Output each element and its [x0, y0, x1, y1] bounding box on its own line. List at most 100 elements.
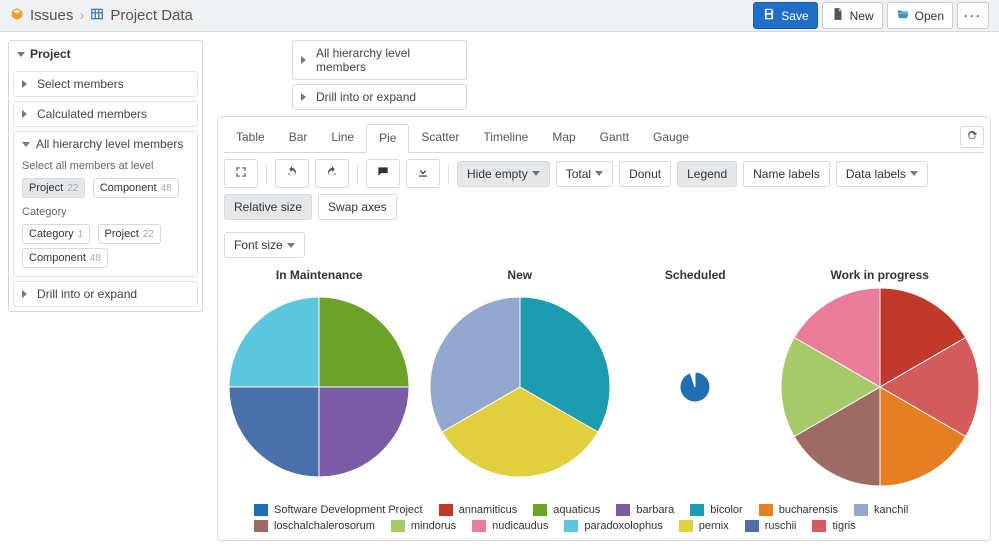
legend-button[interactable]: Legend	[677, 161, 737, 187]
content: Project Select members Calculated member…	[0, 32, 999, 549]
legend-item[interactable]: kanchil	[854, 504, 908, 516]
tag-count: 22	[143, 229, 154, 240]
tab-gantt[interactable]: Gantt	[588, 124, 641, 152]
total-button[interactable]: Total	[556, 161, 613, 187]
legend-swatch	[759, 504, 773, 516]
save-button[interactable]: Save	[753, 2, 817, 29]
fullscreen-button[interactable]	[224, 159, 258, 188]
legend-item[interactable]: mindorus	[391, 520, 456, 532]
sidebar-panel-project: Project Select members Calculated member…	[8, 40, 203, 312]
more-button[interactable]: ···	[957, 2, 989, 29]
tag-component[interactable]: Component 48	[93, 178, 179, 198]
section-calc-members[interactable]: Calculated members	[13, 101, 198, 127]
relative-size-button[interactable]: Relative size	[224, 194, 312, 220]
mini-all-levels[interactable]: All hierarchy level members	[292, 40, 467, 80]
tab-line[interactable]: Line	[319, 124, 366, 152]
data-labels-button[interactable]: Data labels	[836, 161, 928, 187]
legend-item[interactable]: Software Development Project	[254, 504, 423, 516]
legend-label: bucharensis	[779, 504, 838, 516]
tag-component2[interactable]: Component 48	[22, 248, 108, 268]
swap-axes-button[interactable]: Swap axes	[318, 194, 397, 220]
btn-label: Legend	[687, 167, 727, 181]
section-all-levels: All hierarchy level members Select all m…	[13, 131, 198, 277]
legend-swatch	[472, 520, 486, 532]
legend-item[interactable]: barbara	[616, 504, 674, 516]
chart-title: In Maintenance	[229, 268, 409, 282]
tag-category[interactable]: Category 1	[22, 224, 90, 244]
chart-legend: Software Development Project annamiticus a…	[224, 500, 984, 534]
legend-item[interactable]: ruschii	[745, 520, 797, 532]
table-icon	[90, 7, 104, 25]
tab-table[interactable]: Table	[224, 124, 277, 152]
panel-header-project[interactable]: Project	[9, 41, 202, 67]
breadcrumb-root[interactable]: Issues	[30, 7, 73, 24]
legend-swatch	[745, 520, 759, 532]
section-drill[interactable]: Drill into or expand	[13, 281, 198, 307]
donut-button[interactable]: Donut	[619, 161, 671, 187]
legend-swatch	[564, 520, 578, 532]
section-label: Drill into or expand	[37, 287, 137, 301]
note-select-level: Select all members at level	[22, 160, 189, 172]
legend-item[interactable]: bicolor	[690, 504, 742, 516]
font-size-button[interactable]: Font size	[224, 232, 305, 258]
legend-swatch	[439, 504, 453, 516]
new-button[interactable]: New	[822, 2, 883, 29]
section-select-members[interactable]: Select members	[13, 71, 198, 97]
download-icon	[416, 165, 430, 182]
main: All hierarchy level members Drill into o…	[217, 40, 991, 541]
legend-item[interactable]: annamiticus	[439, 504, 518, 516]
note-category: Category	[22, 206, 189, 218]
legend-item[interactable]: paradoxolophus	[564, 520, 662, 532]
tag-count: 1	[78, 229, 84, 240]
mini-drill[interactable]: Drill into or expand	[292, 84, 467, 110]
pie-chart: Scheduled	[630, 268, 760, 486]
legend-item[interactable]: pernix	[679, 520, 729, 532]
legend-swatch	[690, 504, 704, 516]
tab-pie[interactable]: Pie	[366, 124, 409, 153]
tag-label: Project	[29, 182, 63, 194]
tag-project2[interactable]: Project 22	[98, 224, 161, 244]
legend-swatch	[391, 520, 405, 532]
chart-title: Scheduled	[630, 268, 760, 282]
pie-chart: In Maintenance	[229, 268, 409, 486]
legend-label: annamiticus	[459, 504, 518, 516]
legend-item[interactable]: bucharensis	[759, 504, 838, 516]
legend-item[interactable]: nudicaudus	[472, 520, 548, 532]
tag-label: Category	[29, 228, 74, 240]
legend-swatch	[254, 520, 268, 532]
legend-item[interactable]: tigris	[812, 520, 855, 532]
tab-map[interactable]: Map	[540, 124, 587, 152]
breadcrumb: Issues › Project Data	[10, 7, 193, 25]
tab-scatter[interactable]: Scatter	[409, 124, 471, 152]
legend-label: mindorus	[411, 520, 456, 532]
section-all-levels-header[interactable]: All hierarchy level members	[14, 132, 197, 156]
legend-label: loschalchalerosorum	[274, 520, 375, 532]
tag-count: 22	[67, 183, 78, 194]
legend-label: bicolor	[710, 504, 742, 516]
caret-right-icon	[22, 110, 31, 118]
legend-label: kanchil	[874, 504, 908, 516]
undo-button[interactable]	[275, 159, 309, 188]
section-label: Select members	[37, 77, 124, 91]
tab-timeline[interactable]: Timeline	[471, 124, 540, 152]
refresh-button[interactable]	[960, 126, 984, 148]
caret-down-icon	[532, 171, 540, 176]
legend-item[interactable]: aquaticus	[533, 504, 600, 516]
legend-swatch	[616, 504, 630, 516]
tag-project[interactable]: Project 22	[22, 178, 85, 198]
breadcrumb-current: Project Data	[110, 7, 193, 24]
name-labels-button[interactable]: Name labels	[743, 161, 830, 187]
tab-bar[interactable]: Bar	[277, 124, 320, 152]
open-button[interactable]: Open	[887, 2, 953, 29]
open-label: Open	[915, 9, 944, 23]
hide-empty-button[interactable]: Hide empty	[457, 161, 550, 187]
download-button[interactable]	[406, 159, 440, 188]
btn-label: Swap axes	[328, 200, 387, 214]
redo-button[interactable]	[315, 159, 349, 188]
legend-item[interactable]: loschalchalerosorum	[254, 520, 375, 532]
caret-down-icon	[595, 171, 603, 176]
panel-title: Project	[30, 47, 71, 61]
comment-button[interactable]	[366, 159, 400, 188]
tab-gauge[interactable]: Gauge	[641, 124, 701, 152]
chart-type-tabs: Table Bar Line Pie Scatter Timeline Map …	[224, 123, 984, 153]
